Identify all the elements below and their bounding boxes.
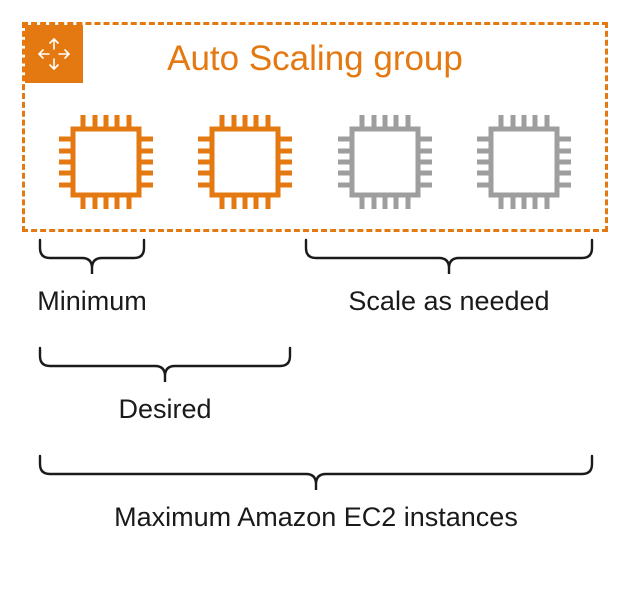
curly-brace-icon xyxy=(38,238,146,284)
label-maximum: Maximum Amazon EC2 instances xyxy=(114,502,518,533)
auto-scaling-group-box: Auto Scaling group xyxy=(22,22,608,232)
brace-scale: Scale as needed xyxy=(304,238,594,317)
ec2-instance-icon xyxy=(465,103,583,221)
brace-maximum: Maximum Amazon EC2 instances xyxy=(38,454,594,533)
curly-brace-icon xyxy=(304,238,594,284)
curly-brace-icon xyxy=(38,454,594,500)
ec2-instance-icon xyxy=(186,103,304,221)
brace-minimum: Minimum xyxy=(38,238,146,317)
curly-brace-icon xyxy=(38,346,292,392)
label-minimum: Minimum xyxy=(37,286,147,317)
brace-desired: Desired xyxy=(38,346,292,425)
ec2-instance-icon xyxy=(326,103,444,221)
instances-row xyxy=(25,103,605,221)
asg-title: Auto Scaling group xyxy=(25,39,605,79)
label-scale: Scale as needed xyxy=(348,286,549,317)
label-desired: Desired xyxy=(118,394,211,425)
ec2-instance-icon xyxy=(47,103,165,221)
